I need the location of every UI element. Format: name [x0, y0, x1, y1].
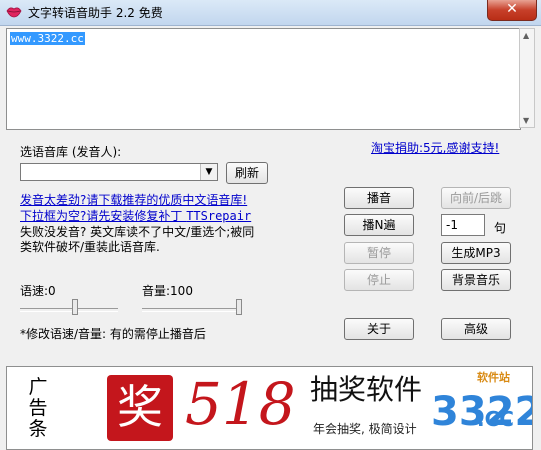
stop-button[interactable]: 停止 [344, 269, 414, 291]
window-title: 文字转语音助手 2.2 免费 [28, 6, 163, 20]
background-music-button[interactable]: 背景音乐 [441, 269, 511, 291]
scroll-up-icon[interactable]: ▲ [523, 31, 529, 40]
volume-label: 音量:100 [142, 284, 193, 298]
ad-logo: 奖 [107, 375, 173, 441]
advanced-button[interactable]: 高级 [441, 318, 511, 340]
speed-slider-thumb[interactable] [72, 299, 78, 315]
refresh-button[interactable]: 刷新 [226, 162, 268, 184]
ad-title: 抽奖软件 [310, 373, 423, 406]
volume-slider[interactable] [142, 299, 242, 321]
watermark-tld: .CC [477, 407, 514, 431]
volume-slider-thumb[interactable] [236, 299, 242, 315]
ad-subtitle: 年会抽奖, 极简设计 [313, 422, 417, 436]
about-button[interactable]: 关于 [344, 318, 414, 340]
speed-slider[interactable] [20, 299, 118, 321]
speed-label: 语速:0 [20, 284, 56, 298]
pause-button[interactable]: 暂停 [344, 242, 414, 264]
voice-select[interactable]: ▼ [20, 163, 218, 181]
watermark-tag: 软件站 [477, 371, 510, 384]
voice-label: 选语音库 (发音人): [20, 145, 122, 159]
ad-number: 518 [185, 370, 296, 438]
lips-icon [6, 7, 22, 18]
repeat-count-input[interactable]: -1 [441, 214, 485, 236]
play-n-times-button[interactable]: 播N遍 [344, 214, 414, 236]
ad-banner[interactable]: 广告条 奖 518 抽奖软件 年会抽奖, 极简设计 软件站 3322 .CC [6, 366, 533, 450]
skip-prev-next-button[interactable]: 向前/后跳 [441, 187, 511, 209]
speed-slider-track [20, 308, 118, 312]
play-button[interactable]: 播音 [344, 187, 414, 209]
bad-voice-link[interactable]: 发音太差劲?请下载推荐的优质中文语音库! [20, 191, 247, 208]
make-mp3-button[interactable]: 生成MP3 [441, 242, 511, 264]
donate-link[interactable]: 淘宝捐助:5元,感谢支持! [371, 139, 499, 156]
close-icon: ✕ [506, 1, 518, 17]
chevron-down-icon[interactable]: ▼ [200, 164, 217, 180]
repair-link-text: 下拉框为空?请先安装修复补丁 [20, 209, 187, 223]
speed-volume-note: *修改语速/音量: 有的需停止播音后 [20, 327, 206, 341]
no-sound-help-line2: 类软件破坏/重装此语音库. [20, 240, 160, 254]
repair-patch-link[interactable]: 下拉框为空?请先安装修复补丁 TTSrepair [20, 207, 251, 224]
ad-side-label: 广告条 [28, 376, 48, 440]
vertical-scrollbar[interactable]: ▲ ▼ [519, 28, 535, 128]
close-button[interactable]: ✕ [487, 0, 537, 21]
text-input-area[interactable]: www.3322.cc [6, 28, 521, 130]
selected-text: www.3322.cc [10, 32, 85, 45]
volume-slider-track [142, 308, 242, 312]
scroll-down-icon[interactable]: ▼ [523, 116, 529, 125]
title-bar[interactable]: 文字转语音助手 2.2 免费 ✕ [0, 0, 541, 26]
sentence-unit-label: 句 [494, 221, 507, 235]
repair-link-code: TTSrepair [186, 209, 252, 223]
